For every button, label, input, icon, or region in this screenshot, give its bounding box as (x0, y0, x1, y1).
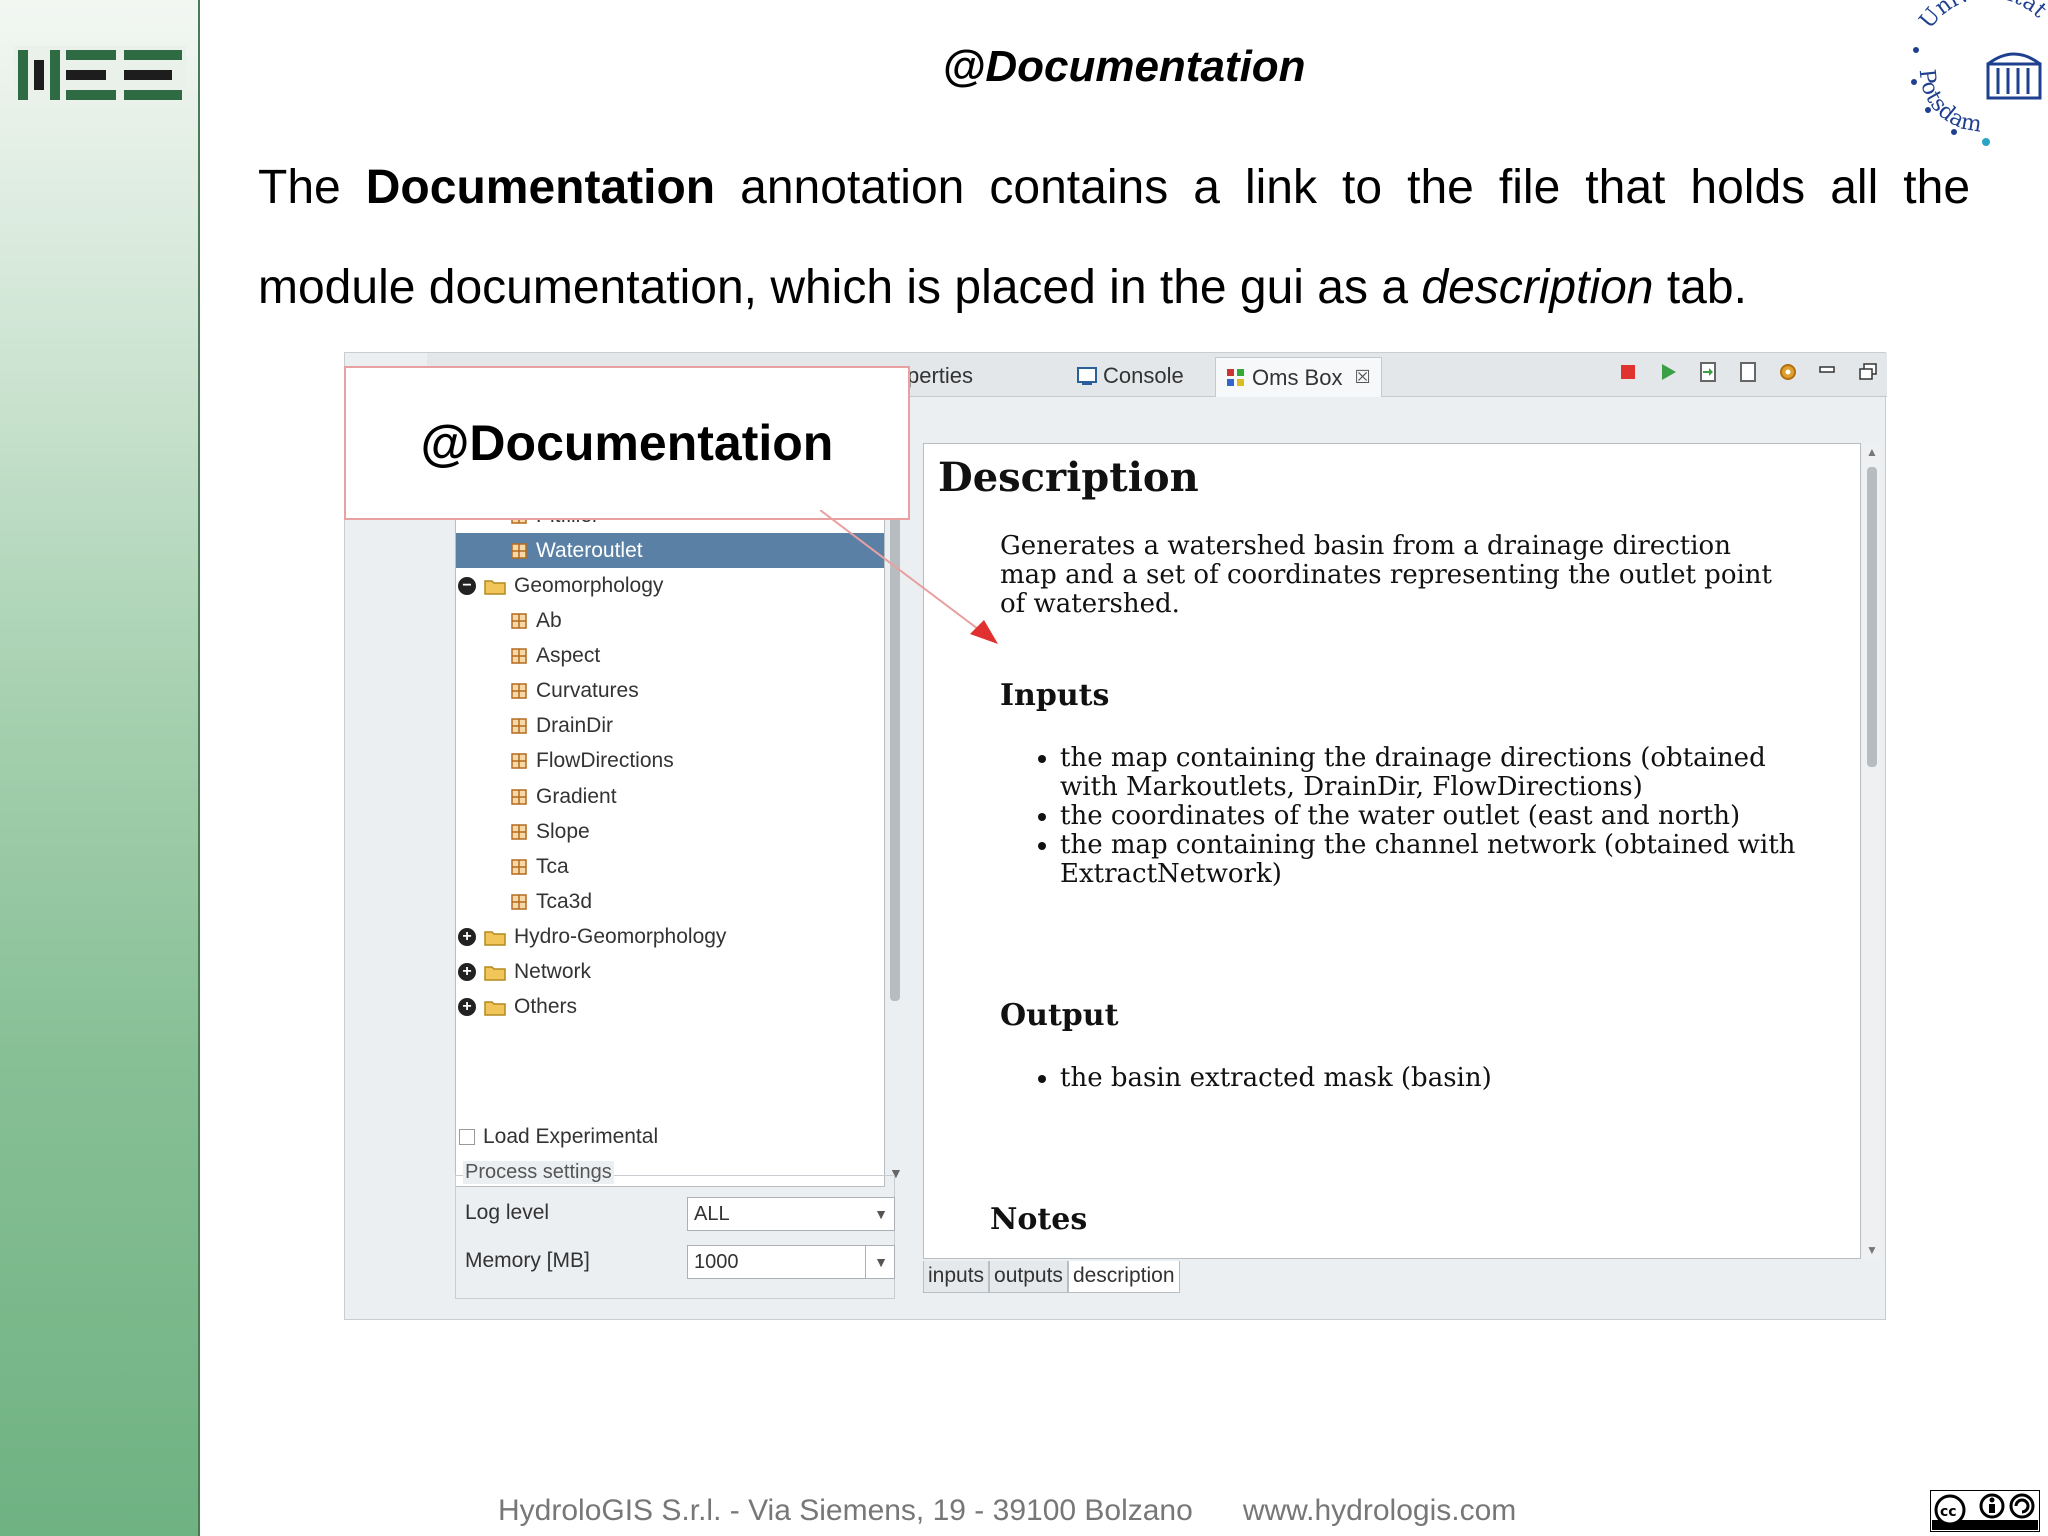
module-grid-icon (511, 894, 527, 910)
footer-url[interactable]: www.hydrologis.com (1243, 1494, 1516, 1527)
view-toolbar (1617, 361, 1879, 383)
callout-arrow-icon (820, 510, 998, 644)
module-grid-icon (511, 823, 527, 840)
tree-item-label: Curvatures (536, 679, 639, 703)
module-grid-icon (511, 753, 527, 770)
scroll-up-arrow-icon[interactable]: ▲ (1866, 445, 1878, 459)
run-icon[interactable] (1657, 361, 1679, 383)
slide-title: @Documentation (942, 42, 1306, 91)
log-level-select[interactable]: ALL ▼ (687, 1197, 895, 1231)
collapse-icon[interactable]: − (458, 576, 476, 595)
process-settings-group (455, 1175, 895, 1299)
intro-paragraph: The Documentation annotation contains a … (258, 161, 1971, 314)
tab-properties[interactable]: perties (907, 359, 973, 393)
tree-module[interactable]: DrainDir (456, 709, 884, 744)
tree-module[interactable]: Tca3d (456, 884, 884, 919)
process-settings-title: Process settings (463, 1161, 614, 1184)
footer-address: HydroloGIS S.r.l. - Via Siemens, 19 - 39… (498, 1494, 1193, 1527)
folder-icon (484, 1001, 506, 1016)
tab-description[interactable]: description (1067, 1261, 1180, 1293)
memory-combo[interactable]: 1000 ▼ (687, 1245, 895, 1279)
left-decorative-band (0, 0, 200, 1536)
tree-item-label: Gradient (536, 784, 617, 808)
tree-item-label: FlowDirections (536, 749, 674, 773)
chevron-down-icon: ▼ (874, 1206, 888, 1222)
description-heading: Description (938, 454, 1199, 501)
tab-inputs[interactable]: inputs (923, 1261, 990, 1293)
tree-item-label: Geomorphology (514, 573, 664, 597)
chevron-down-icon[interactable]: ▼ (865, 1246, 888, 1278)
new-file-icon[interactable] (1737, 361, 1759, 383)
description-text: Generates a watershed basin from a drain… (1000, 531, 1772, 619)
tab-outputs[interactable]: outputs (989, 1261, 1068, 1293)
tree-item-label: Slope (536, 819, 590, 843)
inputs-list: the map containing the drainage directio… (1060, 744, 1800, 889)
tab-console[interactable]: Console (1077, 359, 1184, 393)
module-grid-icon (511, 718, 527, 735)
hce-logo-icon (14, 46, 186, 104)
svg-text:Universität: Universität (1915, 0, 2048, 34)
log-level-label: Log level (465, 1201, 550, 1224)
tree-item-label: Hydro-Geomorphology (514, 924, 727, 948)
memory-label: Memory [MB] (465, 1249, 590, 1272)
description-panel: Description Generates a watershed basin … (923, 443, 1861, 1259)
tree-item-label: Ab (536, 609, 562, 632)
module-grid-icon (511, 648, 527, 664)
expand-icon[interactable]: + (458, 927, 476, 946)
maximize-icon[interactable] (1857, 361, 1879, 383)
module-grid-icon (511, 858, 527, 875)
tree-module[interactable]: Tca (456, 849, 884, 884)
module-grid-icon (511, 683, 527, 699)
tree-item-label: Tca (536, 854, 569, 878)
tree-item-label: Others (514, 995, 578, 1019)
tree-item-label: Network (514, 960, 592, 983)
tree-module[interactable]: Slope (456, 814, 884, 849)
minimize-icon[interactable] (1817, 361, 1839, 383)
documentation-callout: @Documentation (344, 366, 910, 520)
module-grid-icon (511, 543, 527, 559)
tree-item-label: DrainDir (536, 714, 614, 738)
export-icon[interactable] (1697, 361, 1719, 383)
tree-folder[interactable]: + Others (456, 990, 884, 1025)
load-experimental-checkbox[interactable]: Load Experimental (459, 1125, 658, 1149)
folder-icon (484, 966, 506, 981)
folder-icon (484, 580, 506, 595)
console-icon (1077, 367, 1097, 385)
scroll-down-arrow-icon[interactable]: ▼ (1866, 1243, 1878, 1257)
folder-icon (484, 931, 506, 946)
settings-gear-icon[interactable] (1777, 361, 1799, 383)
footer: HydroloGIS S.r.l. - Via Siemens, 19 - 39… (498, 1494, 1516, 1528)
checkbox-box[interactable] (459, 1129, 475, 1145)
expand-icon[interactable]: + (458, 963, 476, 981)
list-item: the basin extracted mask (basin) (1060, 1064, 1800, 1093)
cc-by-sa-badge-icon: cc (1930, 1490, 2040, 1532)
tab-oms-box[interactable]: Oms Box ☒ (1215, 357, 1382, 397)
oms-box-icon (1227, 368, 1244, 386)
inputs-heading: Inputs (1000, 678, 1110, 713)
list-item: the map containing the channel network (… (1060, 831, 1800, 889)
tree-item-label: Tca3d (536, 889, 593, 913)
tree-item-label: Wateroutlet (536, 538, 643, 562)
close-tab-icon[interactable]: ☒ (1354, 367, 1370, 388)
module-grid-icon (511, 613, 527, 629)
description-scroll-thumb[interactable] (1867, 467, 1877, 767)
tree-module[interactable]: FlowDirections (456, 744, 884, 779)
description-scrollbar[interactable]: ▲ ▼ (1863, 443, 1881, 1259)
tree-module[interactable]: Gradient (456, 779, 884, 814)
list-item: the map containing the drainage directio… (1060, 744, 1800, 802)
tree-folder[interactable]: + Hydro-Geomorphology (456, 919, 884, 954)
expand-icon[interactable]: + (458, 998, 476, 1017)
stop-icon[interactable] (1617, 361, 1639, 383)
tree-item-label: Aspect (536, 644, 601, 668)
output-heading: Output (1000, 998, 1119, 1033)
svg-text:cc: cc (1940, 1504, 1957, 1520)
tree-folder[interactable]: + Network (456, 955, 884, 990)
notes-heading: Notes (990, 1202, 1088, 1237)
outputs-list: the basin extracted mask (basin) (1060, 1064, 1800, 1093)
list-item: the coordinates of the water outlet (eas… (1060, 802, 1800, 831)
bottom-tabs: inputs outputs description (923, 1261, 1180, 1293)
tree-module[interactable]: Curvatures (456, 674, 884, 709)
module-grid-icon (511, 788, 527, 805)
